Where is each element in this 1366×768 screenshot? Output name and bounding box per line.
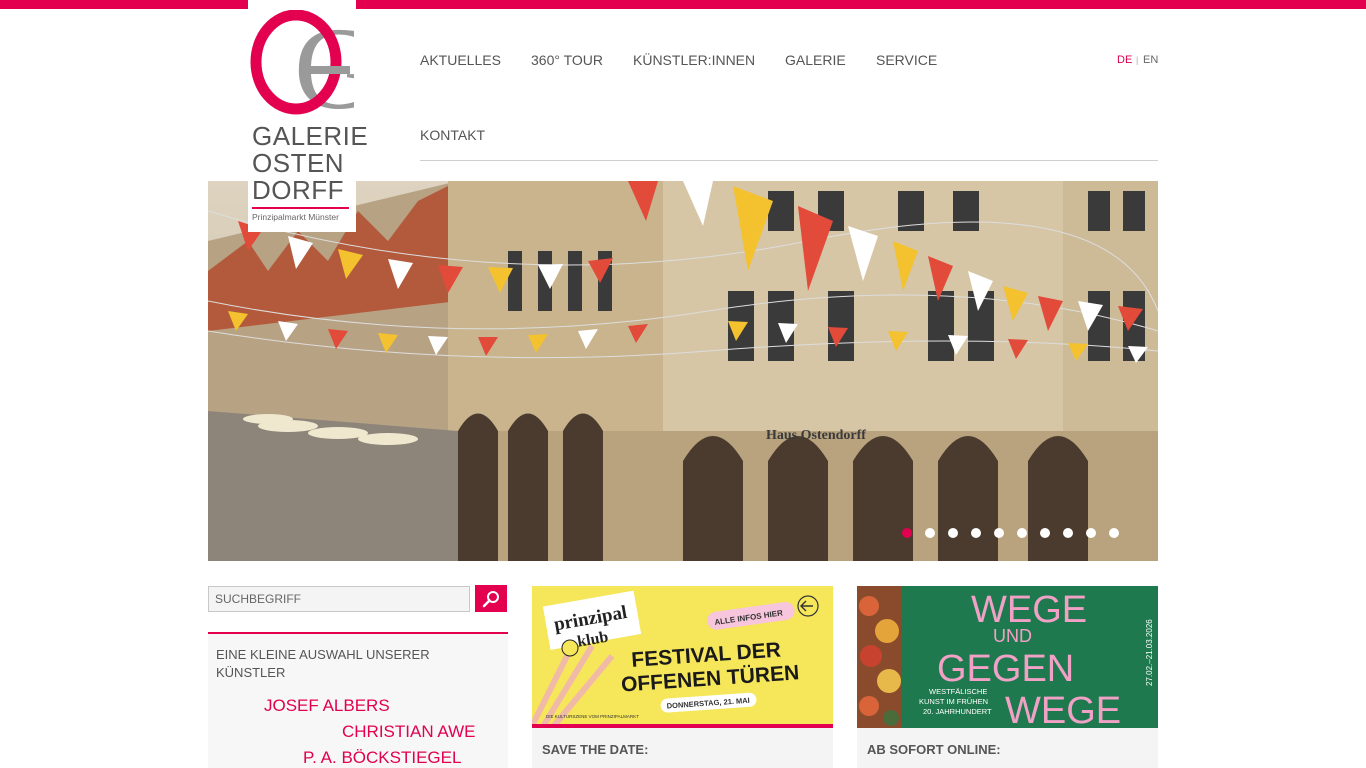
nav-item-360-tour[interactable]: 360° TOUR <box>531 52 603 68</box>
hero-image: Haus Ostendorff <box>208 181 1158 561</box>
slider-dot[interactable] <box>1040 528 1050 538</box>
top-accent-bar-right <box>356 0 1366 9</box>
nav-item-kontakt[interactable]: KONTAKT <box>420 127 485 143</box>
lang-separator: | <box>1136 55 1139 65</box>
nav-item-kuenstler[interactable]: KÜNSTLER:INNEN <box>633 52 755 68</box>
artist-link[interactable]: JOSEF ALBERS <box>264 696 390 716</box>
hero-slider[interactable]: Haus Ostendorff <box>208 181 1158 561</box>
exhibition-title-2: UND <box>993 626 1032 646</box>
search-input[interactable] <box>208 586 470 612</box>
exhibition-title-4: WEGE <box>1005 690 1121 728</box>
slider-dot[interactable] <box>971 528 981 538</box>
nav-divider <box>420 160 1158 161</box>
artists-heading: EINE KLEINE AUSWAHL UNSERER KÜNSTLER <box>216 647 430 680</box>
card-label: SAVE THE DATE: <box>542 742 649 757</box>
lang-en[interactable]: EN <box>1143 54 1158 66</box>
exhibition-subtitle-2: KUNST IM FRÜHEN <box>919 697 988 706</box>
slider-dot[interactable] <box>948 528 958 538</box>
nav-item-galerie[interactable]: GALERIE <box>785 52 846 68</box>
lang-de[interactable]: DE <box>1117 54 1132 66</box>
news-card-festival[interactable]: prinzipal klub ALLE INFOS HIER FESTIVAL … <box>532 586 833 768</box>
exhibition-dates: 27.02.–21.03.2026 <box>1145 619 1154 686</box>
slider-dot[interactable] <box>994 528 1004 538</box>
slider-dot[interactable] <box>1017 528 1027 538</box>
logo-tagline: Prinzipalmarkt Münster <box>252 212 339 222</box>
exhibition-banner[interactable]: WEGE UND GEGEN WEGE WESTFÄLISCHE KUNST I… <box>857 586 1158 728</box>
slider-dot[interactable] <box>1063 528 1073 538</box>
exhibition-subtitle-1: WESTFÄLISCHE <box>929 687 987 696</box>
top-accent-bar-left <box>0 0 248 9</box>
news-card-exhibition[interactable]: WEGE UND GEGEN WEGE WESTFÄLISCHE KUNST I… <box>857 586 1158 768</box>
logo-word-galerie: GALERIE <box>252 121 369 151</box>
logo[interactable]: G GALERIE OSTEN DORFF Prinzipalmarkt Mün… <box>248 0 368 232</box>
exhibition-title-1: WEGE <box>971 589 1087 631</box>
artist-link[interactable]: CHRISTIAN AWE <box>342 722 476 742</box>
hero-shop-sign: Haus Ostendorff <box>766 428 866 443</box>
logo-rule <box>252 207 349 209</box>
search-button[interactable] <box>475 585 507 612</box>
logo-mark-icon: G <box>250 10 354 116</box>
logo-word-osten: OSTEN <box>252 148 345 178</box>
nav-item-service[interactable]: SERVICE <box>876 52 937 68</box>
festival-footer: DIE KULTURSZENE VOM PRINZIPALMARKT <box>546 714 639 719</box>
slider-dot[interactable] <box>1109 528 1119 538</box>
festival-banner[interactable]: prinzipal klub ALLE INFOS HIER FESTIVAL … <box>532 586 833 728</box>
exhibition-subtitle-3: 20. JAHRHUNDERT <box>923 707 992 716</box>
nav-item-aktuelles[interactable]: AKTUELLES <box>420 52 501 68</box>
slider-dot[interactable] <box>902 528 912 538</box>
card-label: AB SOFORT ONLINE: <box>867 742 1001 757</box>
search-icon <box>482 591 499 608</box>
artists-box: EINE KLEINE AUSWAHL UNSERER KÜNSTLER JOS… <box>208 632 508 768</box>
exhibition-title-3: GEGEN <box>937 648 1074 690</box>
slider-dot[interactable] <box>925 528 935 538</box>
slider-dot[interactable] <box>1086 528 1096 538</box>
artist-link[interactable]: P. A. BÖCKSTIEGEL <box>303 748 461 768</box>
logo-word-dorff: DORFF <box>252 175 345 205</box>
